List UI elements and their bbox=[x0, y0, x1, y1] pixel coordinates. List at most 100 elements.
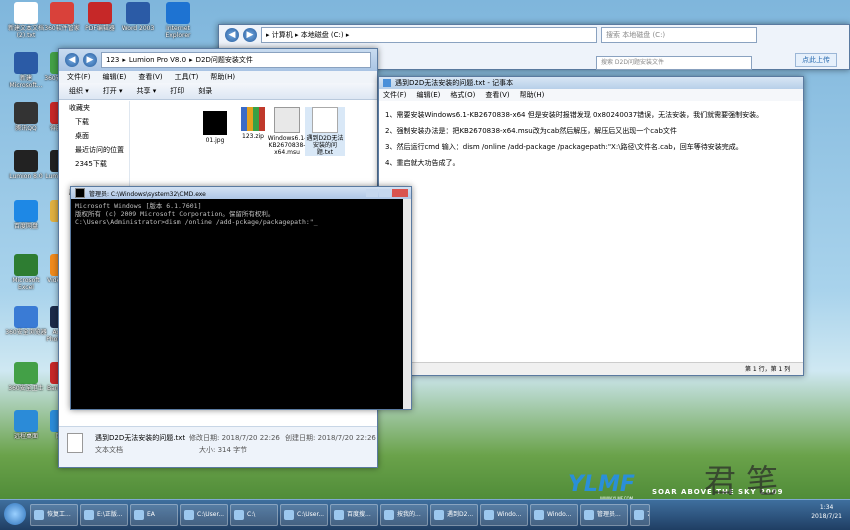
maximize-button[interactable] bbox=[379, 189, 391, 197]
cmd-icon bbox=[75, 188, 85, 198]
taskbar-item[interactable]: 恢复工... bbox=[30, 504, 78, 526]
notepad-menubar: 文件(F) 编辑(E) 格式(O) 查看(V) 帮助(H) bbox=[379, 89, 803, 101]
nav-recent[interactable]: 最近访问的位置 bbox=[59, 143, 129, 157]
msu-file-icon bbox=[274, 107, 300, 133]
notepad-line: 3、然后运行cmd 输入：dism /online /add-package /… bbox=[385, 143, 743, 151]
file-size: 314 字节 bbox=[217, 446, 248, 454]
clock-date: 2018/7/21 bbox=[811, 513, 842, 520]
modified-date: 2018/7/20 22:26 bbox=[221, 434, 280, 442]
nav-desktop[interactable]: 桌面 bbox=[59, 129, 129, 143]
modified-label: 修改日期: bbox=[189, 434, 220, 442]
explorer-address-row: ◀ ▶ 123 ▸ Lumion Pro V8.0 ▸ D2D问题安装文件 bbox=[59, 49, 377, 71]
taskbar-item[interactable]: 遇到D2... bbox=[430, 504, 478, 526]
file-name: 01.jpg bbox=[205, 137, 225, 144]
upload-button[interactable]: 点此上传 bbox=[795, 53, 837, 67]
back-icon[interactable]: ◀ bbox=[225, 28, 239, 42]
taskbar-item[interactable]: C:\User... bbox=[180, 504, 228, 526]
app-icon bbox=[14, 52, 38, 74]
wallpaper-logo: YLMF bbox=[568, 472, 635, 497]
zip-file-icon bbox=[241, 107, 265, 131]
start-button[interactable] bbox=[4, 503, 26, 525]
notepad-window[interactable]: 遇到D2D无法安装的问题.txt - 记事本 文件(F) 编辑(E) 格式(O)… bbox=[378, 76, 804, 376]
notepad-line: 1、需要安装Windows6.1-KB2670838-x64 但是安装时报错发现… bbox=[385, 111, 764, 119]
txt-file-icon bbox=[312, 107, 338, 133]
forward-icon[interactable]: ▶ bbox=[83, 53, 97, 67]
explorer-search-input[interactable]: 搜索 D2D问题安装文件 bbox=[596, 56, 752, 70]
explorer-toolbar: 组织 ▾ 打开 ▾ 共享 ▾ 打印 刻录 bbox=[59, 83, 377, 100]
app-icon bbox=[88, 2, 112, 24]
bg-search-placeholder: 搜索 本地磁盘 (C:) bbox=[606, 31, 666, 39]
back-icon[interactable]: ◀ bbox=[65, 53, 79, 67]
desktop-icon-label: Internet Explorer bbox=[165, 25, 191, 39]
np-menu-help[interactable]: 帮助(H) bbox=[520, 90, 545, 100]
file-name: 123.zip bbox=[242, 133, 264, 140]
address-segment[interactable]: Lumion Pro V8.0 bbox=[129, 56, 186, 64]
notepad-line: 2、强制安装办法是：把KB2670838-x64.msu改为cab然后解压，解压… bbox=[385, 127, 677, 135]
print-button[interactable]: 打印 bbox=[170, 86, 184, 96]
created-label: 创建日期: bbox=[285, 434, 316, 442]
taskbar-item[interactable]: 管理员... bbox=[580, 504, 628, 526]
taskbar-item[interactable]: C:\ bbox=[230, 504, 278, 526]
taskbar-item[interactable]: E:\正版... bbox=[80, 504, 128, 526]
taskbar-item[interactable]: 7 bbox=[630, 504, 650, 526]
np-menu-file[interactable]: 文件(F) bbox=[383, 90, 407, 100]
details-pane: 遇到D2D无法安装的问题.txt 文本文档 修改日期: 2018/7/20 22… bbox=[59, 426, 377, 467]
organize-button[interactable]: 组织 ▾ bbox=[69, 86, 89, 96]
notepad-line: 4、重启就大功告成了。 bbox=[385, 159, 460, 167]
nav-favorites[interactable]: 收藏夹 bbox=[59, 101, 129, 115]
notepad-text-area[interactable]: 1、需要安装Windows6.1-KB2670838-x64 但是安装时报错发现… bbox=[379, 101, 803, 177]
forward-icon[interactable]: ▶ bbox=[243, 28, 257, 42]
desktop-icon[interactable]: Word 2003 bbox=[116, 2, 160, 32]
menu-tools[interactable]: 工具(T) bbox=[175, 72, 199, 82]
cmd-titlebar: 管理员: C:\Windows\system32\CMD.exe bbox=[71, 187, 411, 199]
cmd-window[interactable]: 管理员: C:\Windows\system32\CMD.exe Microso… bbox=[70, 186, 412, 410]
menu-file[interactable]: 文件(F) bbox=[67, 72, 91, 82]
share-button[interactable]: 共享 ▾ bbox=[137, 86, 157, 96]
file-item-selected[interactable]: 遇到D2D无法安装的问题.txt bbox=[305, 107, 345, 156]
cmd-title: 管理员: C:\Windows\system32\CMD.exe bbox=[89, 190, 206, 198]
address-bar[interactable]: 123 ▸ Lumion Pro V8.0 ▸ D2D问题安装文件 bbox=[101, 52, 371, 68]
nav-downloads[interactable]: 下载 bbox=[59, 115, 129, 129]
cursor-position: 第 1 行，第 1 列 bbox=[745, 366, 791, 373]
menu-edit[interactable]: 编辑(E) bbox=[103, 72, 127, 82]
taskbar-item[interactable]: 百度搜... bbox=[330, 504, 378, 526]
app-icon bbox=[14, 102, 38, 124]
np-menu-edit[interactable]: 编辑(E) bbox=[417, 90, 441, 100]
bg-address-bar[interactable]: ▸ 计算机 ▸ 本地磁盘 (C:) ▸ bbox=[261, 27, 597, 43]
address-segment[interactable]: D2D问题安装文件 bbox=[196, 55, 253, 65]
taskbar-item[interactable]: 按我的... bbox=[380, 504, 428, 526]
menu-view[interactable]: 查看(V) bbox=[138, 72, 162, 82]
notepad-statusbar: 第 1 行，第 1 列 bbox=[379, 362, 803, 375]
taskbar-item[interactable]: C:\User... bbox=[280, 504, 328, 526]
nav-2345-downloads[interactable]: 2345下载 bbox=[59, 157, 129, 171]
app-icon bbox=[166, 2, 190, 24]
console-line: Microsoft Windows [版本 6.1.7601] bbox=[75, 202, 202, 210]
search-placeholder: 搜索 D2D问题安装文件 bbox=[601, 59, 664, 66]
taskbar-item[interactable]: Windo... bbox=[480, 504, 528, 526]
menu-help[interactable]: 帮助(H) bbox=[210, 72, 235, 82]
taskbar-item[interactable]: EA bbox=[130, 504, 178, 526]
minimize-button[interactable] bbox=[366, 189, 378, 197]
taskbar-item[interactable]: Windo... bbox=[530, 504, 578, 526]
cmd-scrollbar[interactable] bbox=[403, 199, 411, 409]
close-button[interactable] bbox=[392, 189, 408, 197]
desktop-icon[interactable]: Internet Explorer bbox=[156, 2, 200, 39]
notepad-icon bbox=[383, 79, 391, 87]
explorer-menubar: 文件(F) 编辑(E) 查看(V) 工具(T) 帮助(H) bbox=[59, 71, 377, 83]
app-icon bbox=[14, 2, 38, 24]
cmd-console[interactable]: Microsoft Windows [版本 6.1.7601] 版权所有 (c) … bbox=[71, 199, 411, 229]
open-button[interactable]: 打开 ▾ bbox=[103, 86, 123, 96]
address-segment[interactable]: 123 bbox=[106, 56, 119, 64]
bg-search-box[interactable]: 搜索 本地磁盘 (C:) bbox=[601, 27, 757, 43]
clock[interactable]: 1:34 2018/7/21 bbox=[811, 503, 842, 521]
app-icon bbox=[50, 2, 74, 24]
file-item[interactable]: Windows6.1-KB2670838-x64.msu bbox=[267, 107, 307, 156]
file-item[interactable]: 01.jpg bbox=[195, 111, 235, 144]
app-icon bbox=[14, 254, 38, 276]
burn-button[interactable]: 刻录 bbox=[198, 86, 212, 96]
desktop-icon-label: Word 2003 bbox=[121, 25, 155, 32]
np-menu-view[interactable]: 查看(V) bbox=[485, 90, 509, 100]
file-name: 遇到D2D无法安装的问题.txt bbox=[306, 135, 344, 156]
np-menu-format[interactable]: 格式(O) bbox=[450, 90, 475, 100]
app-icon bbox=[14, 362, 38, 384]
